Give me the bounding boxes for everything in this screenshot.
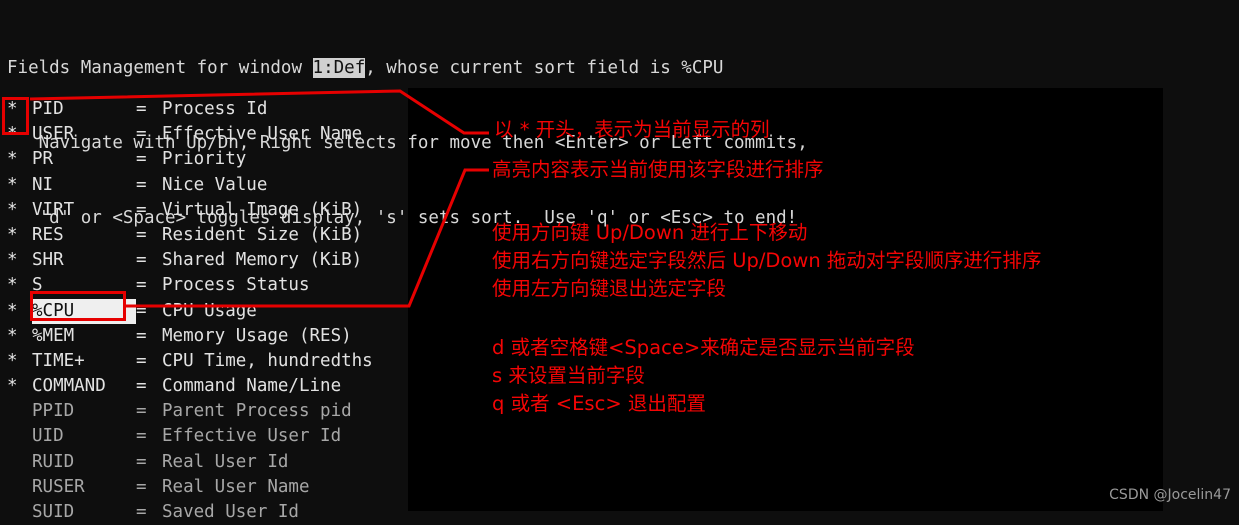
field-display-marker xyxy=(7,399,32,424)
field-description: Saved User Id xyxy=(162,502,299,522)
field-display-marker xyxy=(7,424,32,449)
field-name: RUID xyxy=(32,451,75,472)
field-description: Resident Size (KiB) xyxy=(162,224,363,245)
field-equals-sign: = xyxy=(136,250,147,271)
header-title-prefix: Fields Management for window xyxy=(7,58,313,78)
field-display-marker: * xyxy=(7,250,18,271)
header-title-suffix: , whose current sort field is %CPU xyxy=(365,58,724,78)
star-marker-highlight-box xyxy=(2,97,29,135)
field-display-marker: * xyxy=(7,275,18,296)
field-description: Effective User Name xyxy=(162,124,363,145)
annotation-keys-line-2: s 来设置当前字段 xyxy=(492,364,645,387)
field-name: RES xyxy=(32,224,64,245)
annotation-sorted-meaning: 高亮内容表示当前使用该字段进行排序 xyxy=(492,158,824,181)
field-row[interactable]: RUID = Real User Id xyxy=(7,450,373,475)
field-row[interactable]: * USER = Effective User Name xyxy=(7,122,373,147)
field-equals-sign: = xyxy=(136,476,147,497)
field-description: CPU Usage xyxy=(162,300,257,321)
field-equals-sign: = xyxy=(136,224,147,245)
field-description: CPU Time, hundredths xyxy=(162,350,373,371)
field-description: Real User Id xyxy=(162,451,289,472)
field-equals-sign: = xyxy=(136,451,147,472)
field-name: SUID xyxy=(32,502,75,522)
annotation-star-meaning: 以 * 开头，表示为当前显示的列 xyxy=(494,118,770,141)
field-equals-sign: = xyxy=(136,325,147,346)
field-name: PID xyxy=(32,99,64,119)
field-row[interactable]: * VIRT = Virtual Image (KiB) xyxy=(7,198,373,223)
field-description: Process Status xyxy=(162,275,310,296)
annotation-command-keys: d 或者空格键<Space>来确定是否显示当前字段 s 来设置当前字段 q 或者… xyxy=(492,334,915,418)
field-display-marker: * xyxy=(7,350,18,371)
annotation-nav-line-3: 使用左方向键退出选定字段 xyxy=(492,277,727,300)
field-description: Nice Value xyxy=(162,174,268,195)
window-name-highlight: 1:Def xyxy=(312,58,366,78)
field-display-marker: * xyxy=(7,149,18,170)
field-name: PR xyxy=(32,149,54,170)
field-description: Command Name/Line xyxy=(162,376,342,397)
field-description: Priority xyxy=(162,149,247,170)
field-equals-sign: = xyxy=(136,502,147,522)
field-row[interactable]: * COMMAND = Command Name/Line xyxy=(7,374,373,399)
annotation-keys-line-1: d 或者空格键<Space>来确定是否显示当前字段 xyxy=(492,336,915,359)
field-equals-sign: = xyxy=(136,426,147,447)
field-display-marker: * xyxy=(7,199,18,220)
field-name: UID xyxy=(32,426,64,447)
annotation-keys-line-3: q 或者 <Esc> 退出配置 xyxy=(492,392,706,415)
sorted-field-highlight-box xyxy=(30,291,126,321)
field-display-marker: * xyxy=(7,325,18,346)
field-name: %MEM xyxy=(32,325,75,346)
field-display-marker: * xyxy=(7,174,18,195)
field-description: Effective User Id xyxy=(162,426,342,447)
field-row[interactable]: * %MEM = Memory Usage (RES) xyxy=(7,324,373,349)
field-row[interactable]: * SHR = Shared Memory (KiB) xyxy=(7,248,373,273)
field-equals-sign: = xyxy=(136,174,147,195)
terminal-screen: Fields Management for window 1:Def, whos… xyxy=(0,0,1239,522)
field-name: VIRT xyxy=(32,199,75,220)
field-name: SHR xyxy=(32,250,64,271)
field-name: TIME+ xyxy=(32,350,85,371)
field-equals-sign: = xyxy=(136,199,147,220)
field-row[interactable]: PPID = Parent Process pid xyxy=(7,399,373,424)
field-equals-sign: = xyxy=(136,124,147,145)
field-name: USER xyxy=(32,124,75,145)
field-row[interactable]: RUSER = Real User Name xyxy=(7,475,373,500)
field-display-marker: * xyxy=(7,376,18,397)
field-description: Shared Memory (KiB) xyxy=(162,250,363,271)
field-display-marker xyxy=(7,500,32,525)
field-equals-sign: = xyxy=(136,376,147,397)
field-display-marker: * xyxy=(7,300,18,321)
field-display-marker: * xyxy=(7,224,18,245)
field-name: NI xyxy=(32,174,54,195)
field-description: Virtual Image (KiB) xyxy=(162,199,363,220)
field-display-marker xyxy=(7,475,32,500)
field-row[interactable]: * PR = Priority xyxy=(7,147,373,172)
field-description: Memory Usage (RES) xyxy=(162,325,352,346)
field-row[interactable]: * TIME+ = CPU Time, hundredths xyxy=(7,349,373,374)
field-row[interactable]: UID = Effective User Id xyxy=(7,424,373,449)
field-name: PPID xyxy=(32,401,75,422)
field-name: RUSER xyxy=(32,476,85,497)
field-equals-sign: = xyxy=(136,300,147,321)
field-equals-sign: = xyxy=(136,401,147,422)
annotation-navigation-keys: 使用方向键 Up/Down 进行上下移动 使用右方向键选定字段然后 Up/Dow… xyxy=(492,219,1041,303)
annotation-nav-line-1: 使用方向键 Up/Down 进行上下移动 xyxy=(492,221,808,244)
field-description: Parent Process pid xyxy=(162,401,352,422)
annotation-nav-line-2: 使用右方向键选定字段然后 Up/Down 拖动对字段顺序进行排序 xyxy=(492,249,1042,272)
field-description: Real User Name xyxy=(162,476,310,497)
field-description: Process Id xyxy=(162,99,268,119)
field-equals-sign: = xyxy=(136,149,147,170)
field-display-marker xyxy=(7,450,32,475)
field-row[interactable]: * PID = Process Id xyxy=(7,97,373,122)
field-row[interactable]: SUID = Saved User Id xyxy=(7,500,373,525)
header-line-title: Fields Management for window 1:Def, whos… xyxy=(0,56,1239,81)
field-row[interactable]: * NI = Nice Value xyxy=(7,173,373,198)
field-equals-sign: = xyxy=(136,350,147,371)
field-name: COMMAND xyxy=(32,376,106,397)
field-equals-sign: = xyxy=(136,99,147,119)
field-row[interactable]: * RES = Resident Size (KiB) xyxy=(7,223,373,248)
field-equals-sign: = xyxy=(136,275,147,296)
watermark: CSDN @Jocelin47 xyxy=(1109,487,1231,503)
